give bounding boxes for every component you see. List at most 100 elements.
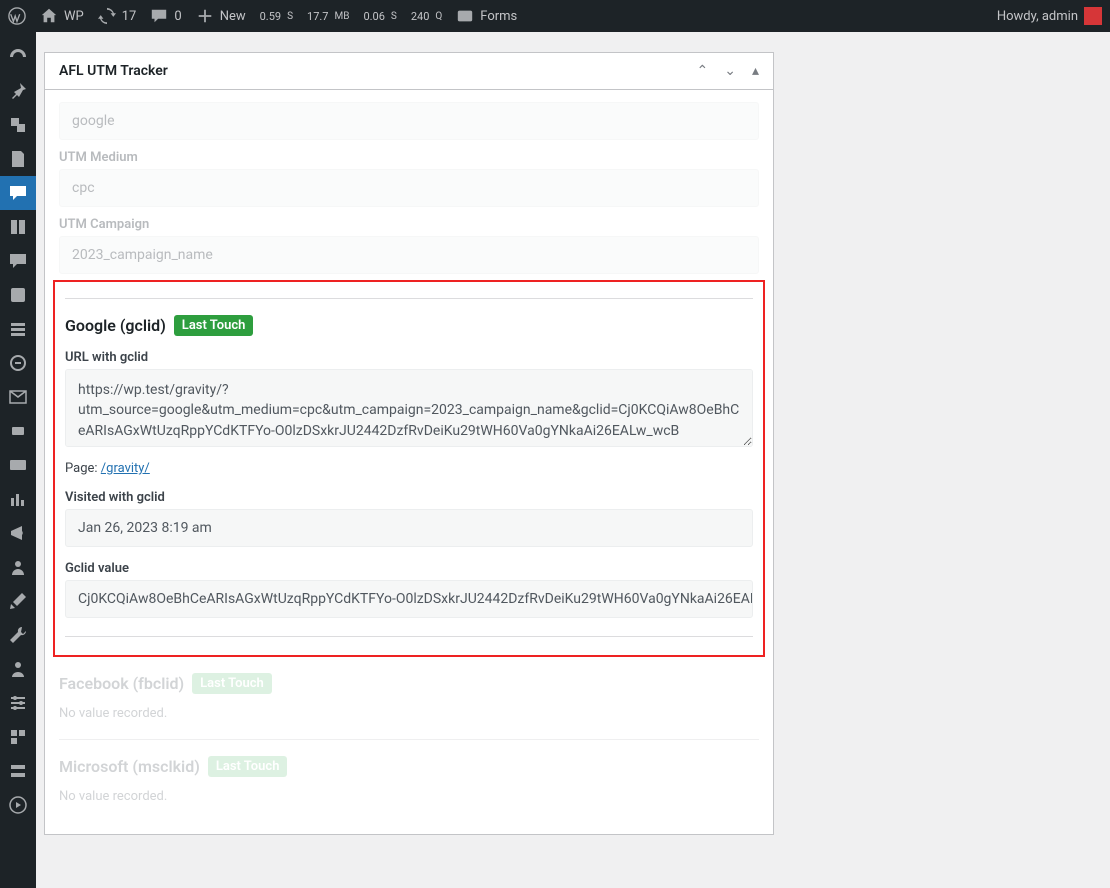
menu-item-6[interactable] [0, 210, 36, 244]
comments[interactable]: 0 [150, 7, 181, 25]
menu-tools[interactable] [0, 618, 36, 652]
brush-icon [8, 591, 28, 611]
play-icon [8, 795, 28, 815]
facebook-no-value: No value recorded. [59, 706, 759, 721]
perf-mem[interactable]: 17.7MB [307, 10, 349, 23]
chart-icon [8, 489, 28, 509]
microsoft-title-text: Microsoft (msclkid) [59, 757, 200, 776]
content-area: AFL UTM Tracker ⌃ ⌄ ▴ google UTM Medium … [36, 32, 1110, 888]
menu-item-23[interactable] [0, 788, 36, 822]
menu-item-22[interactable] [0, 754, 36, 788]
menu-item-13[interactable] [0, 448, 36, 482]
menu-mail[interactable] [0, 380, 36, 414]
pin-icon [8, 81, 28, 101]
menu-marketing[interactable] [0, 516, 36, 550]
visited-with-gclid-value: Jan 26, 2023 8:19 am [65, 509, 753, 547]
howdy-user[interactable]: Howdy, admin [997, 7, 1102, 25]
card-icon [8, 455, 28, 475]
megaphone-icon [8, 523, 28, 543]
refresh-icon [98, 7, 116, 25]
avatar [1084, 7, 1102, 25]
utm-campaign-value: 2023_campaign_name [59, 236, 759, 274]
site-name: WP [64, 9, 84, 24]
list-icon [8, 319, 28, 339]
menu-item-9[interactable] [0, 312, 36, 346]
perf-db[interactable]: 0.06S [363, 10, 396, 23]
new-content[interactable]: New [196, 7, 246, 25]
google-section-highlight: Google (gclid) Last Touch URL with gclid… [53, 280, 765, 657]
person-icon [8, 659, 28, 679]
menu-item-10[interactable] [0, 346, 36, 380]
form-icon [8, 285, 28, 305]
settings-icon [8, 693, 28, 713]
panel-header: AFL UTM Tracker ⌃ ⌄ ▴ [45, 53, 773, 90]
panel-collapse-icon[interactable]: ▴ [752, 63, 759, 79]
gclid-value-label: Gclid value [65, 561, 753, 576]
microsoft-section-title: Microsoft (msclkid) Last Touch [59, 756, 759, 777]
facebook-badge: Last Touch [192, 673, 272, 694]
page-icon [8, 149, 28, 169]
menu-posts[interactable] [0, 74, 36, 108]
google-title-text: Google (gclid) [65, 316, 166, 335]
menu-pages[interactable] [0, 142, 36, 176]
menu-comments[interactable] [0, 244, 36, 278]
last-touch-badge: Last Touch [174, 315, 254, 336]
panel-up-icon[interactable]: ⌃ [697, 63, 709, 79]
rows-icon [8, 761, 28, 781]
facebook-section-title: Facebook (fbclid) Last Touch [59, 673, 759, 694]
page-link[interactable]: /gravity/ [101, 461, 150, 476]
url-with-gclid-label: URL with gclid [65, 350, 753, 365]
menu-forms[interactable] [0, 278, 36, 312]
microsoft-badge: Last Touch [208, 756, 288, 777]
menu-media[interactable] [0, 108, 36, 142]
panel-down-icon[interactable]: ⌄ [724, 63, 736, 79]
admin-side-menu [0, 32, 36, 888]
menu-appearance[interactable] [0, 584, 36, 618]
wp-logo[interactable] [8, 7, 26, 25]
menu-item-12[interactable] [0, 414, 36, 448]
updates-count: 17 [122, 9, 137, 24]
google-section-title: Google (gclid) Last Touch [65, 315, 753, 336]
forms-link[interactable]: Forms [456, 7, 517, 25]
gclid-value: Cj0KCQiAw8OeBhCeARIsAGxWtUzqRppYCdKTFYo-… [65, 580, 753, 618]
forms-label: Forms [480, 9, 517, 24]
howdy-label: Howdy, admin [997, 9, 1078, 24]
home-icon [40, 7, 58, 25]
dashboard-icon [8, 47, 28, 67]
perf-time[interactable]: 0.59S [260, 10, 293, 23]
new-label: New [220, 9, 246, 24]
circle-icon [8, 353, 28, 373]
utm-source-value: google [59, 102, 759, 140]
menu-settings[interactable] [0, 686, 36, 720]
tag-icon [8, 421, 28, 441]
grid-icon [8, 727, 28, 747]
microsoft-no-value: No value recorded. [59, 789, 759, 804]
facebook-title-text: Facebook (fbclid) [59, 674, 184, 693]
plus-icon [196, 7, 214, 25]
site-home[interactable]: WP [40, 7, 84, 25]
perf-queries[interactable]: 240Q [411, 10, 442, 23]
menu-person[interactable] [0, 652, 36, 686]
page-line: Page: /gravity/ [65, 461, 753, 476]
comments-count: 0 [174, 9, 181, 24]
url-with-gclid-value[interactable] [65, 369, 753, 447]
utm-campaign-label: UTM Campaign [59, 217, 759, 232]
chat-icon [8, 183, 28, 203]
utm-medium-value: cpc [59, 169, 759, 207]
menu-users[interactable] [0, 550, 36, 584]
updates[interactable]: 17 [98, 7, 137, 25]
wrench-icon [8, 625, 28, 645]
menu-item-21[interactable] [0, 720, 36, 754]
menu-analytics[interactable] [0, 482, 36, 516]
forms-icon [456, 7, 474, 25]
utm-medium-label: UTM Medium [59, 150, 759, 165]
admin-bar: WP 17 0 New 0.59S 17.7MB 0.06S 240Q Form… [0, 0, 1110, 32]
menu-dashboard[interactable] [0, 40, 36, 74]
panel-title: AFL UTM Tracker [59, 63, 168, 79]
book-icon [8, 217, 28, 237]
utm-tracker-panel: AFL UTM Tracker ⌃ ⌄ ▴ google UTM Medium … [44, 52, 774, 835]
menu-active[interactable] [0, 176, 36, 210]
visited-with-gclid-label: Visited with gclid [65, 490, 753, 505]
mail-icon [8, 387, 28, 407]
comment-icon [150, 7, 168, 25]
